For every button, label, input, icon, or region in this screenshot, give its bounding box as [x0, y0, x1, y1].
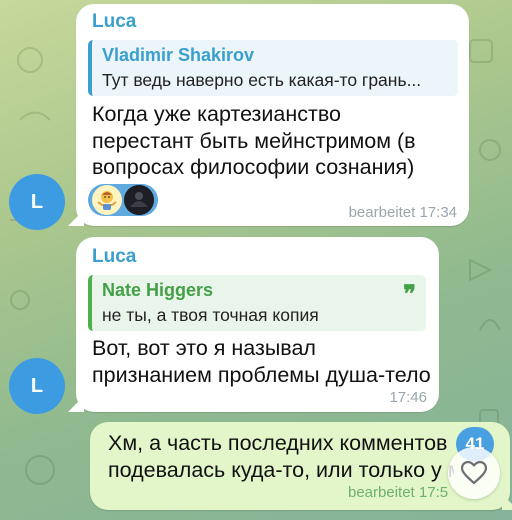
- message-meta: 17:46: [389, 389, 427, 406]
- message-text: Вот, вот это я называл признанием пробле…: [92, 335, 431, 388]
- message-bubble[interactable]: Luca Vladimir Shakirov Тут ведь наверно …: [76, 4, 469, 226]
- message-text: Хм, а часть последних комментов подевала…: [108, 430, 454, 483]
- reactions-bar[interactable]: [88, 184, 158, 216]
- message-meta: bearbeitet 17:5: [348, 484, 449, 501]
- message-line: подевалась куда-то, или только у м: [108, 457, 454, 482]
- avatar-letter: L: [30, 190, 44, 213]
- message-line: Когда уже картезианство: [92, 102, 341, 126]
- message-meta: bearbeitet 17:34: [348, 204, 457, 221]
- reply-quote[interactable]: Vladimir Shakirov Тут ведь наверно есть …: [88, 40, 458, 96]
- outgoing-message-bubble[interactable]: Хм, а часть последних комментов подевала…: [90, 422, 510, 510]
- reply-text: Тут ведь наверно есть какая-то грань...: [102, 70, 422, 90]
- message-line: Вот, вот это я называл: [92, 336, 316, 360]
- message-line: Хм, а часть последних комментов: [108, 431, 448, 455]
- quote-icon: ❞: [403, 279, 416, 308]
- message-text: Когда уже картезианство перестант быть м…: [92, 101, 416, 181]
- heart-icon: [461, 461, 487, 485]
- reply-quote[interactable]: Nate Higgers не ты, а твоя точная копия …: [88, 275, 426, 331]
- message-line: признанием проблемы душа-тело: [92, 362, 431, 387]
- sender-name[interactable]: Luca: [92, 11, 136, 33]
- sender-avatar[interactable]: L: [9, 174, 65, 230]
- dark-avatar-icon: [124, 185, 154, 215]
- reply-author: Vladimir Shakirov: [102, 45, 255, 65]
- reaction-heart-button[interactable]: [448, 447, 500, 499]
- message-line: перестант быть мейнстримом (в: [92, 128, 416, 153]
- reaction-pill[interactable]: [88, 184, 158, 216]
- message-line: вопросах философии сознания): [92, 155, 415, 179]
- person-shrugging-emoji-icon: [92, 185, 122, 215]
- reply-text: не ты, а твоя точная копия: [102, 305, 319, 325]
- sender-avatar[interactable]: L: [9, 358, 65, 414]
- reply-author: Nate Higgers: [102, 280, 214, 300]
- sender-name[interactable]: Luca: [92, 246, 136, 268]
- avatar-letter: L: [30, 374, 44, 397]
- message-bubble[interactable]: Luca Nate Higgers не ты, а твоя точная к…: [76, 237, 439, 412]
